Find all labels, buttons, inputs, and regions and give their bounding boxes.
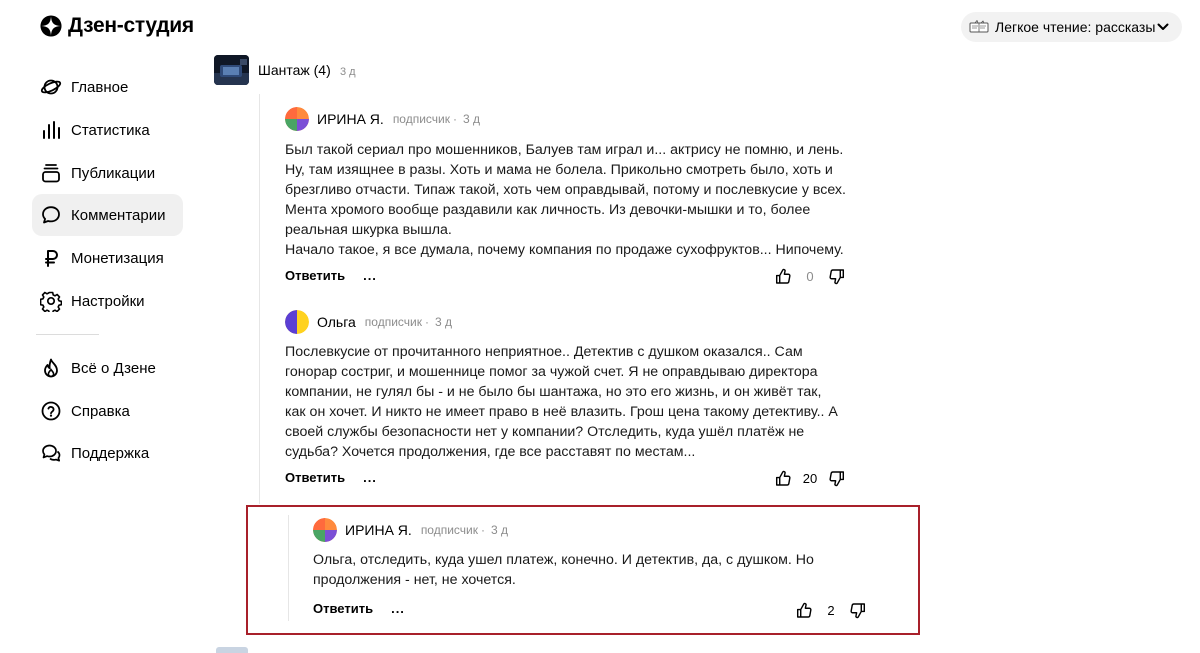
comment-text: Ольга, отследить, куда ушел платеж, коне… [313, 550, 814, 590]
thread-line [259, 94, 260, 504]
help-icon [41, 401, 61, 421]
sidebar-item-label: Настройки [71, 292, 145, 310]
support-icon [42, 444, 61, 462]
comment-line: компании, не гулял бы - и не было бы шан… [285, 384, 822, 400]
subscriber-badge: подписчик [392, 112, 450, 126]
sidebar-item-label: Комментарии [71, 206, 166, 224]
post-thumbnail-image [214, 55, 249, 85]
sidebar-item-label: Всё о Дзене [71, 359, 156, 377]
sidebar-item-settings[interactable]: Настройки [32, 280, 183, 322]
comment-author[interactable]: ИРИНА Я. [345, 522, 412, 538]
comment-line: Начало такое, я все думала, почему компа… [285, 242, 844, 258]
dzen-logo-icon [40, 15, 62, 37]
comment-time: 3 д [491, 523, 509, 537]
reply-button[interactable]: Ответить [285, 470, 345, 485]
channel-name: Легкое чтение: рассказы [995, 19, 1156, 35]
avatar[interactable] [313, 518, 337, 542]
comment-author[interactable]: Ольга [317, 314, 356, 330]
comment-icon [42, 206, 60, 224]
sidebar-item-support[interactable]: Поддержка [32, 432, 183, 474]
comment-line: как он хочет. И никто не имеет право в н… [285, 404, 838, 420]
channel-avatar-icon [969, 20, 989, 33]
more-options-button[interactable]: ... [391, 601, 405, 616]
like-count: 0 [806, 268, 814, 284]
dzen-studio-logo[interactable]: Дзен-студия [40, 14, 194, 38]
comment-line: гонорар состриг, и мошеннице помог за чу… [285, 364, 818, 380]
comment-line: продолжения - нет, не хочется. [313, 572, 516, 588]
thumbs-down-icon[interactable] [828, 268, 845, 285]
subscriber-badge: подписчик [364, 315, 422, 329]
publications-icon [42, 164, 60, 183]
thumbs-up-icon[interactable] [775, 470, 792, 487]
sidebar-divider [36, 334, 99, 335]
comment-time: 3 д [434, 315, 452, 329]
more-options-button[interactable]: ... [363, 470, 377, 485]
sidebar-item-main[interactable]: Главное [32, 66, 183, 108]
post-time: 3 д [340, 66, 356, 78]
flame-icon [44, 358, 58, 378]
reply-button[interactable]: Ответить [285, 268, 345, 283]
sidebar-item-publications[interactable]: Публикации [32, 152, 183, 194]
thumbs-up-icon[interactable] [796, 602, 813, 619]
sidebar-item-label: Главное [71, 78, 129, 96]
comment-line: судьба? Хочется продолжения, где все рас… [285, 444, 696, 460]
sidebar-item-label: Справка [71, 402, 130, 420]
comment-time: 3 д [463, 112, 481, 126]
meta-separator: · [453, 112, 457, 126]
meta-separator: · [424, 315, 429, 329]
sidebar-item-label: Поддержка [71, 444, 150, 462]
reply-button[interactable]: Ответить [313, 601, 373, 616]
comment-text: Послевкусие от прочитанного неприятное..… [285, 342, 838, 462]
like-count: 2 [827, 602, 835, 618]
logo-text: Дзен-студия [68, 14, 194, 37]
sidebar-item-help[interactable]: Справка [32, 390, 183, 432]
subscriber-badge: подписчик [420, 523, 478, 537]
comment-text: Был такой сериал про мошенников, Балуев … [285, 140, 846, 260]
comment-line: своей службы безопасности нет у компании… [285, 424, 805, 440]
thumbs-up-icon[interactable] [775, 268, 792, 285]
comment-author[interactable]: ИРИНА Я. [317, 111, 384, 127]
comment-line: Ольга, отследить, куда ушел платеж, коне… [313, 552, 814, 568]
next-post-thumbnail[interactable] [216, 647, 248, 653]
comment-line: реальная шкурка вышла. [285, 222, 452, 238]
comment-line: Ну, там изящнее в разы. Хоть и мама не б… [285, 162, 833, 178]
sidebar-item-label: Статистика [71, 121, 150, 139]
channel-selector[interactable]: Легкое чтение: рассказы [961, 12, 1182, 42]
comment-line: Был такой сериал про мошенников, Балуев … [285, 142, 844, 158]
sidebar-item-monetization[interactable]: Монетизация [32, 237, 183, 279]
sidebar-item-label: Монетизация [71, 249, 164, 267]
ruble-icon [45, 250, 58, 267]
planet-icon [40, 79, 62, 95]
comment-line: Мента хромого вообще раздавили как лично… [285, 202, 811, 218]
post-thumbnail[interactable] [214, 55, 249, 85]
bar-chart-icon [43, 121, 60, 139]
sidebar-item-about-dzen[interactable]: Всё о Дзене [32, 347, 183, 389]
thumbs-down-icon[interactable] [828, 470, 845, 487]
comment-line: брезгливо отчасти. Типаж такой, хоть чем… [285, 182, 846, 198]
thumbs-down-icon[interactable] [849, 602, 866, 619]
avatar[interactable] [285, 107, 309, 131]
chevron-down-icon [1157, 23, 1169, 30]
like-count: 20 [802, 470, 818, 486]
more-options-button[interactable]: ... [363, 268, 377, 283]
sidebar-item-label: Публикации [71, 164, 156, 182]
post-title[interactable]: Шантаж (4) [258, 62, 331, 78]
meta-separator: · [481, 523, 485, 537]
gear-icon [40, 291, 62, 312]
sidebar-item-statistics[interactable]: Статистика [32, 109, 183, 151]
sidebar-item-comments[interactable]: Комментарии [32, 194, 183, 236]
avatar[interactable] [285, 310, 309, 334]
comment-line: Послевкусие от прочитанного неприятное..… [285, 344, 803, 360]
